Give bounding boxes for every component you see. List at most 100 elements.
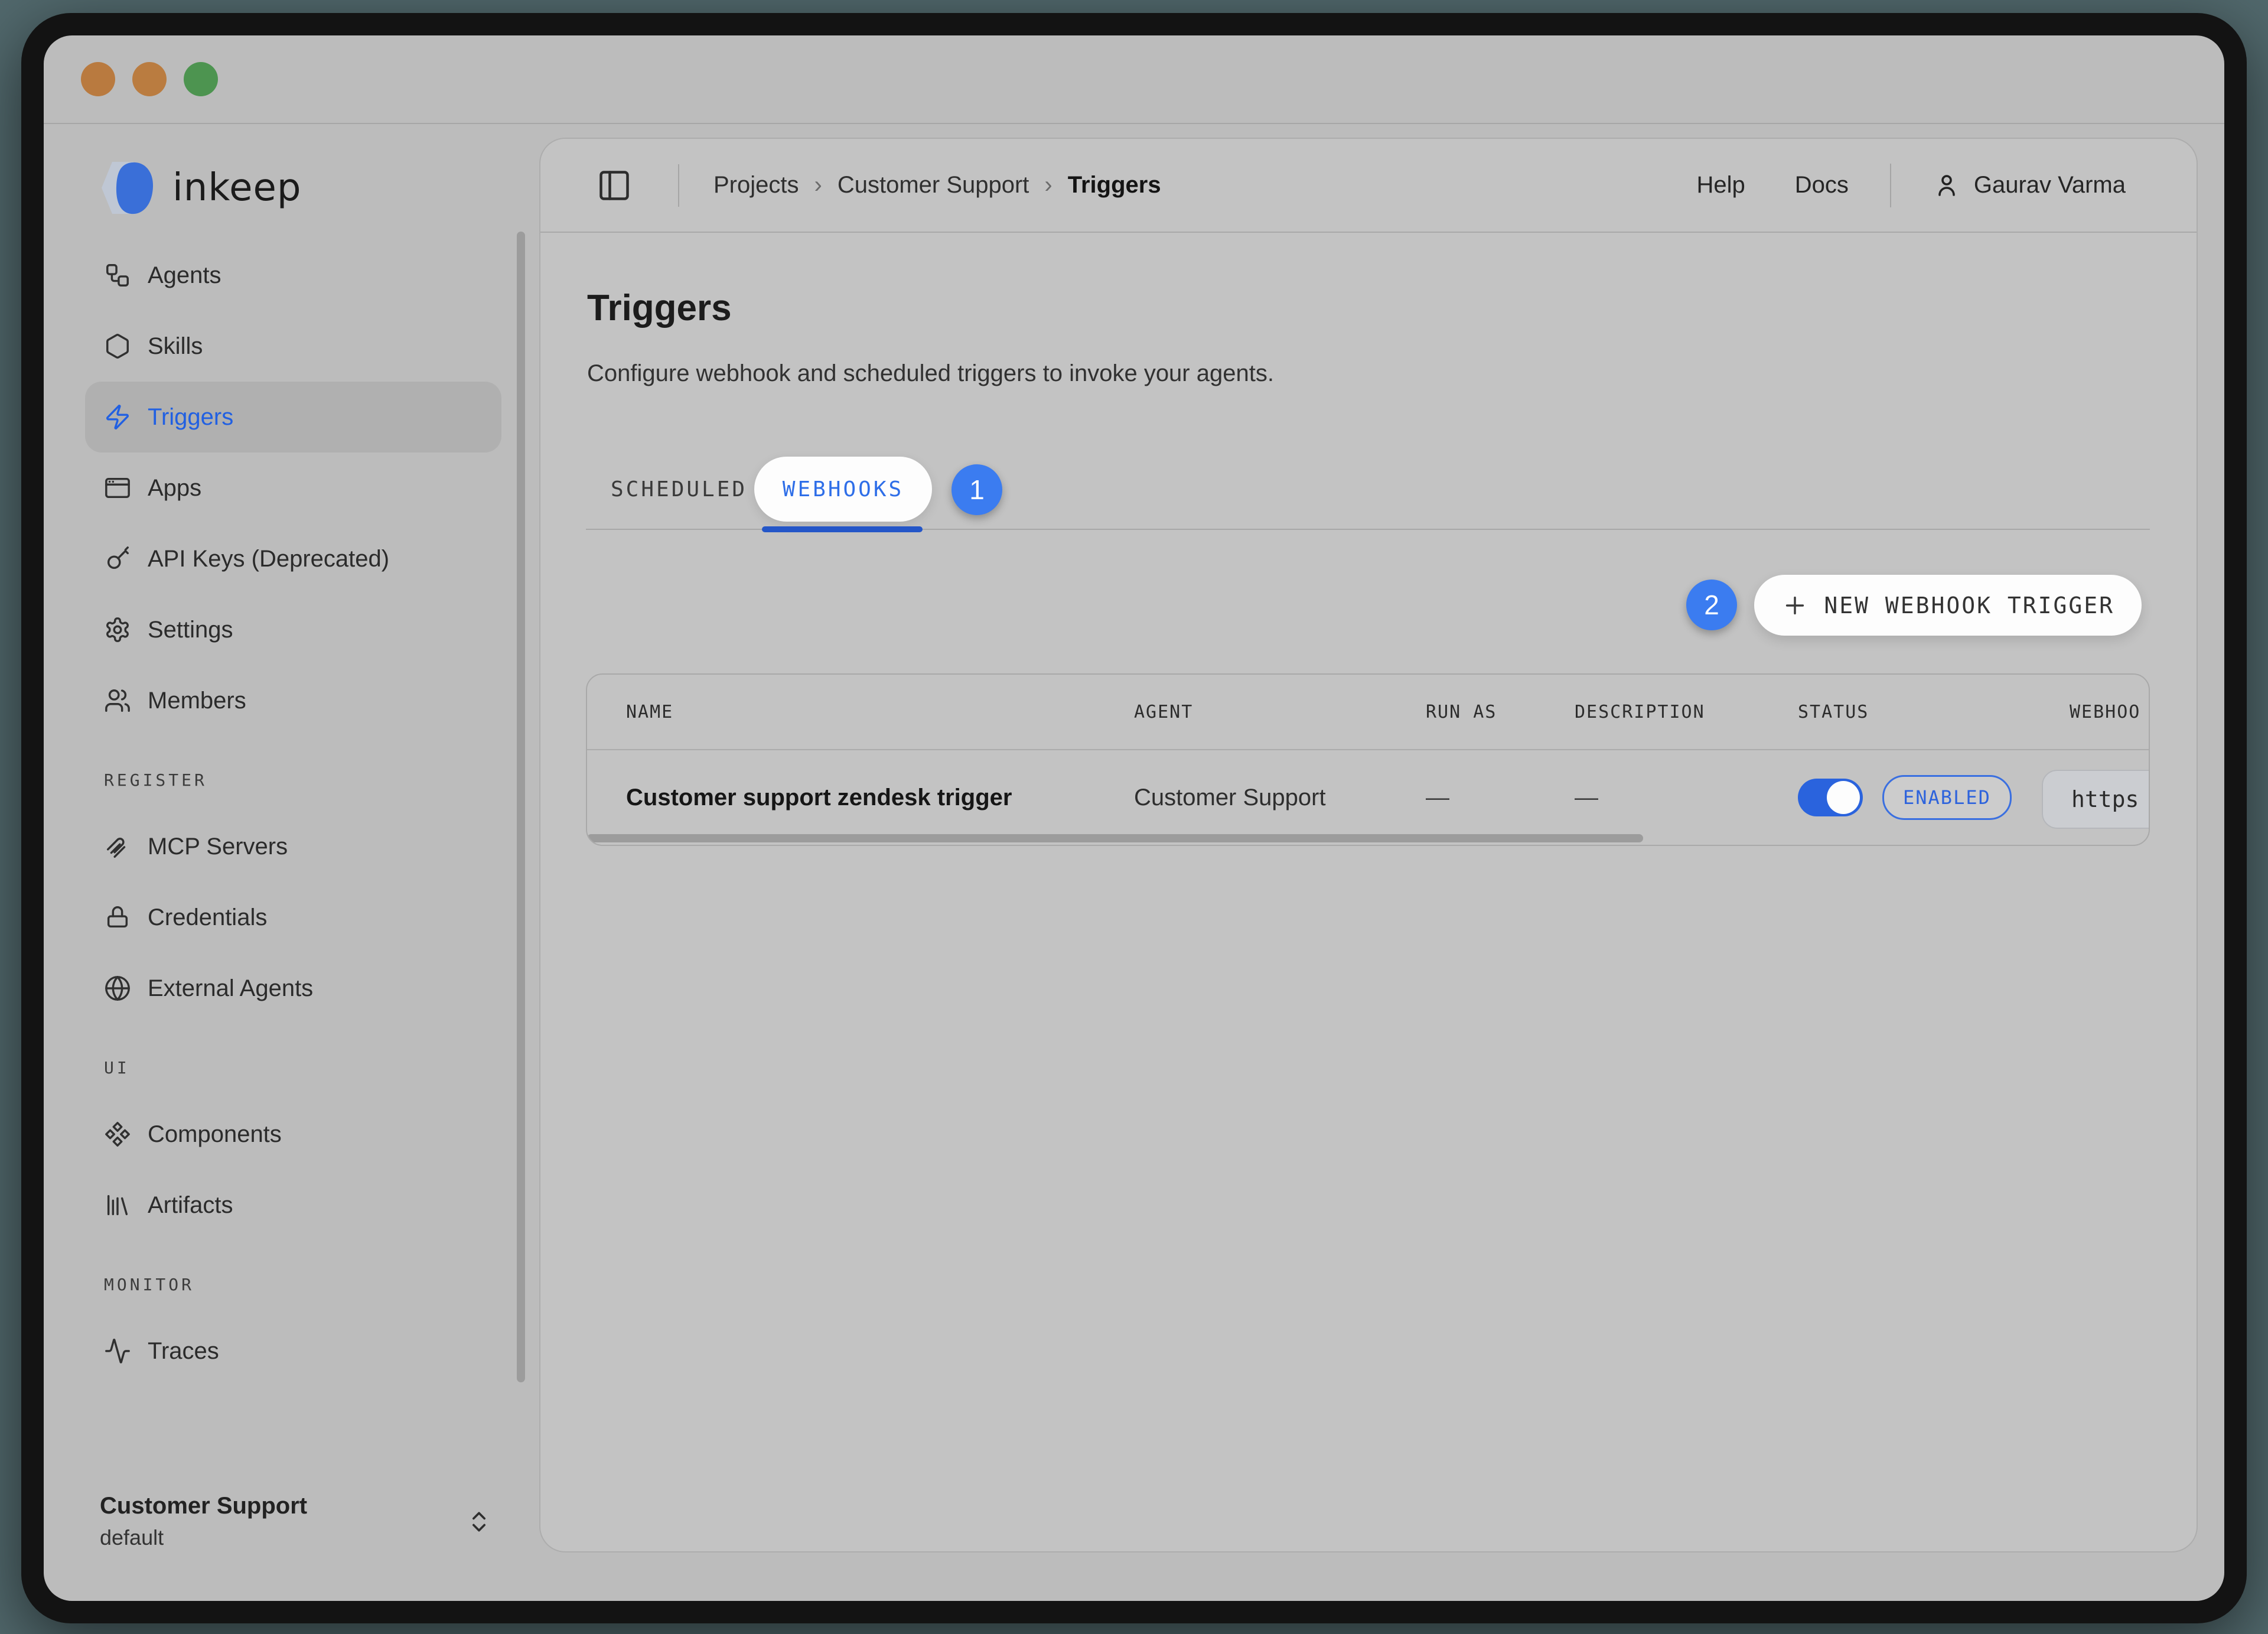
- header-vertical-divider: [1890, 164, 1891, 207]
- sidebar-item-members[interactable]: Members: [85, 665, 501, 736]
- window-content: inkeep Agents Sk: [44, 35, 2224, 1601]
- page-content: Triggers Configure webhook and scheduled…: [540, 285, 2197, 846]
- page-title: Triggers: [540, 285, 2197, 332]
- table-row[interactable]: Customer support zendesk trigger Custome…: [587, 750, 2149, 845]
- globe-icon: [104, 975, 131, 1002]
- sidebar-item-components[interactable]: Components: [85, 1099, 501, 1170]
- breadcrumb-separator: ›: [814, 172, 822, 198]
- app-body: inkeep Agents Sk: [44, 124, 2224, 1601]
- breadcrumb-separator: ›: [1044, 172, 1052, 198]
- sidebar-item-label: Skills: [148, 333, 203, 360]
- mcp-icon: [104, 833, 131, 860]
- new-webhook-trigger-label: NEW WEBHOOK TRIGGER: [1824, 593, 2114, 619]
- sidebar-item-label: Traces: [148, 1338, 219, 1365]
- table-horizontal-scrollbar[interactable]: [587, 834, 1643, 842]
- sidebar-item-label: API Keys (Deprecated): [148, 546, 389, 572]
- sidebar-section-monitor: MONITOR: [44, 1275, 539, 1294]
- docs-link[interactable]: Docs: [1795, 172, 1849, 198]
- help-link[interactable]: Help: [1696, 172, 1745, 198]
- sidebar-item-label: Apps: [148, 475, 201, 502]
- new-webhook-trigger-button[interactable]: NEW WEBHOOK TRIGGER: [1754, 575, 2142, 636]
- trigger-run-as-cell: —: [1426, 785, 1575, 811]
- sidebar-item-apps[interactable]: Apps: [85, 453, 501, 523]
- sidebar-item-agents[interactable]: Agents: [85, 240, 501, 311]
- sidebar-item-api-keys[interactable]: API Keys (Deprecated): [85, 523, 501, 594]
- sidebar-item-credentials[interactable]: Credentials: [85, 882, 501, 953]
- sidebar-item-triggers[interactable]: Triggers: [85, 382, 501, 453]
- sidebar-item-label: Components: [148, 1121, 282, 1148]
- sidebar-item-label: Members: [148, 688, 246, 714]
- sidebar-item-label: Settings: [148, 617, 233, 643]
- sidebar-item-artifacts[interactable]: Artifacts: [85, 1170, 501, 1241]
- webhook-url-chip[interactable]: https: [2042, 770, 2150, 829]
- step-1-badge: 1: [951, 464, 1002, 515]
- user-menu[interactable]: Gaurav Varma: [1933, 171, 2126, 200]
- column-header-webhook: WEBHOO: [2070, 702, 2149, 722]
- desktop-background: inkeep Agents Sk: [0, 0, 2268, 1634]
- window-titlebar: [44, 35, 2224, 124]
- sidebar-nav-register: MCP Servers Credentials Ex: [44, 811, 539, 1024]
- tab-bar-rule: [586, 529, 2150, 530]
- actions-row: 2 NEW WEBHOOK TRIGGER: [540, 575, 2197, 636]
- status-toggle[interactable]: [1798, 779, 1863, 816]
- sidebar-item-external-agents[interactable]: External Agents: [85, 953, 501, 1024]
- sidebar-item-mcp-servers[interactable]: MCP Servers: [85, 811, 501, 882]
- sidebar-item-label: Credentials: [148, 904, 267, 931]
- project-switcher[interactable]: Customer Support default: [44, 1493, 539, 1550]
- sidebar-item-label: Agents: [148, 262, 221, 289]
- zoom-button[interactable]: [184, 62, 218, 96]
- breadcrumb-triggers: Triggers: [1068, 172, 1161, 198]
- key-icon: [104, 545, 131, 572]
- app-window-icon: [104, 474, 131, 502]
- column-header-status: STATUS: [1798, 702, 2070, 722]
- sidebar-item-traces[interactable]: Traces: [85, 1316, 501, 1386]
- minimize-button[interactable]: [132, 62, 167, 96]
- user-name: Gaurav Varma: [1974, 172, 2126, 198]
- sidebar-nav-monitor: Traces: [44, 1316, 539, 1386]
- status-badge: ENABLED: [1882, 775, 2012, 820]
- sidebar-item-label: External Agents: [148, 975, 313, 1002]
- sidebar-item-skills[interactable]: Skills: [85, 311, 501, 382]
- toggle-knob: [1827, 781, 1860, 814]
- user-icon: [1933, 171, 1961, 200]
- trigger-status-cell: ENABLED: [1798, 775, 2070, 820]
- sidebar-scrollbar[interactable]: [517, 232, 525, 1382]
- trigger-agent-cell: Customer Support: [1134, 785, 1426, 811]
- header-right: Help Docs Gaurav Varma: [1696, 164, 2126, 207]
- project-variant: default: [100, 1525, 307, 1550]
- table-header-row: NAME AGENT RUN AS DESCRIPTION STATUS WEB…: [587, 675, 2149, 750]
- library-icon: [104, 1192, 131, 1219]
- breadcrumb-customer-support[interactable]: Customer Support: [838, 172, 1029, 198]
- page-description: Configure webhook and scheduled triggers…: [540, 360, 2197, 387]
- column-header-run-as: RUN AS: [1426, 702, 1575, 722]
- plus-icon: [1781, 592, 1808, 619]
- chevrons-up-down-icon: [466, 1509, 492, 1535]
- sidebar-section-register: REGISTER: [44, 770, 539, 790]
- trigger-name-cell: Customer support zendesk trigger: [626, 785, 1134, 811]
- activity-icon: [104, 1337, 131, 1365]
- breadcrumb: Projects › Customer Support › Triggers: [713, 172, 1161, 198]
- sidebar-toggle-icon[interactable]: [597, 168, 632, 203]
- sidebar-item-label: MCP Servers: [148, 834, 288, 860]
- column-header-description: DESCRIPTION: [1575, 702, 1798, 722]
- inkeep-logo-icon: [97, 157, 162, 219]
- component-icon: [104, 1121, 131, 1148]
- users-icon: [104, 687, 131, 714]
- header-divider: [678, 164, 679, 207]
- breadcrumb-projects[interactable]: Projects: [713, 172, 799, 198]
- project-name: Customer Support: [100, 1493, 307, 1519]
- close-button[interactable]: [81, 62, 115, 96]
- app-window: inkeep Agents Sk: [21, 13, 2247, 1623]
- active-tab-underline: [762, 526, 923, 532]
- page-header: Projects › Customer Support › Triggers H…: [540, 139, 2197, 233]
- sidebar-section-ui: UI: [44, 1058, 539, 1078]
- tab-bar: SCHEDULED WEBHOOKS 1: [540, 457, 2197, 529]
- hexagon-icon: [104, 333, 131, 360]
- sidebar-nav-ui: Components Artifacts: [44, 1099, 539, 1241]
- gear-icon: [104, 616, 131, 643]
- tab-scheduled[interactable]: SCHEDULED: [611, 457, 747, 522]
- sidebar-item-settings[interactable]: Settings: [85, 594, 501, 665]
- tab-webhooks[interactable]: WEBHOOKS: [754, 457, 932, 522]
- triggers-table: NAME AGENT RUN AS DESCRIPTION STATUS WEB…: [586, 673, 2150, 846]
- project-switcher-text: Customer Support default: [100, 1493, 307, 1550]
